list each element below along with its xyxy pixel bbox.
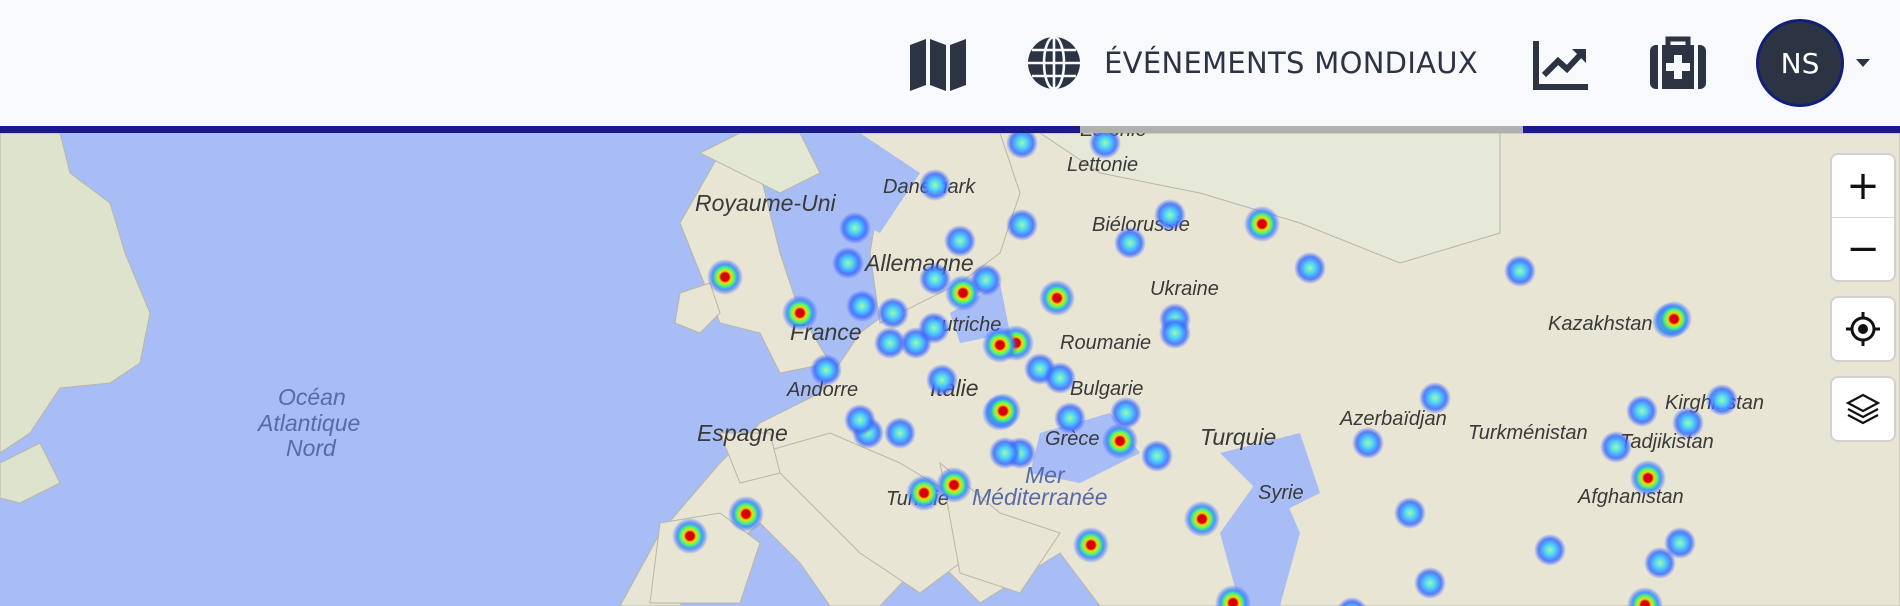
heat-spot-cool — [1141, 440, 1173, 472]
nav-map[interactable] — [880, 0, 996, 126]
heat-spot-cool — [810, 354, 842, 386]
label-ocean-3: Nord — [286, 435, 337, 461]
medical-kit-icon — [1646, 31, 1710, 95]
heat-spot-hot — [782, 295, 818, 331]
heat-spot-hot — [1244, 206, 1280, 242]
heat-spot-hot — [945, 275, 981, 311]
heat-spot-cool — [1054, 402, 1086, 434]
heat-spot-cool — [1626, 395, 1658, 427]
heat-spot-hot — [1039, 280, 1075, 316]
main-nav: ÉVÉNEMENTS MONDIAUX NS — [880, 0, 1870, 126]
chevron-down-icon[interactable] — [1856, 59, 1870, 67]
heat-spot-hot — [906, 475, 942, 511]
heat-spot-hot — [1656, 301, 1692, 337]
heat-spot-cool — [1114, 227, 1146, 259]
heat-spot-cool — [989, 437, 1021, 469]
heat-spot-cool — [1600, 431, 1632, 463]
heat-spot-cool — [919, 169, 951, 201]
heat-spot-cool — [926, 364, 958, 396]
heat-spot-hot — [1102, 423, 1138, 459]
zoom-out-button[interactable]: − — [1832, 217, 1894, 280]
map-controls: + − — [1830, 153, 1896, 456]
heat-spot-cool — [1706, 384, 1738, 416]
zoom-in-button[interactable]: + — [1832, 155, 1894, 217]
heat-spot-cool — [839, 212, 871, 244]
label-kazakhstan: Kazakhstan — [1548, 313, 1653, 335]
heat-spot-cool — [918, 312, 950, 344]
label-ukraine: Ukraine — [1150, 278, 1219, 300]
header-accent-bar — [0, 126, 1900, 133]
layers-button[interactable] — [1832, 378, 1894, 440]
heat-spot-cool — [1154, 199, 1186, 231]
heat-spot-cool — [1534, 534, 1566, 566]
label-turquie: Turquie — [1200, 424, 1276, 450]
heat-spot-hot — [1073, 527, 1109, 563]
crosshair-icon — [1846, 312, 1880, 346]
nav-global-events-label: ÉVÉNEMENTS MONDIAUX — [1104, 46, 1478, 80]
locate-control — [1830, 296, 1896, 362]
label-roumanie: Roumanie — [1060, 332, 1151, 354]
heat-spot-hot — [982, 327, 1018, 363]
layers-control — [1830, 376, 1896, 442]
heat-spot-hot — [672, 518, 708, 554]
heat-spot-cool — [1644, 547, 1676, 579]
label-ocean-1: Océan — [278, 384, 346, 410]
globe-icon — [1022, 31, 1086, 95]
label-bulgarie: Bulgarie — [1070, 378, 1143, 400]
heat-spot-cool — [1419, 382, 1451, 414]
heat-spot-cool — [1352, 427, 1384, 459]
label-ocean-2: Atlantique — [256, 410, 360, 436]
heat-spot-cool — [844, 404, 876, 436]
heat-spot-cool — [874, 327, 906, 359]
top-navigation-bar: ÉVÉNEMENTS MONDIAUX NS — [0, 0, 1900, 126]
heat-spot-cool — [1414, 567, 1446, 599]
heat-spot-cool — [832, 247, 864, 279]
map-canvas[interactable]: Royaume-Uni Danemark Estonie Lettonie Bi… — [0, 133, 1900, 606]
nav-medical[interactable] — [1620, 0, 1736, 126]
heat-spot-hot — [1184, 501, 1220, 537]
heat-spot-cool — [1006, 209, 1038, 241]
nav-global-events[interactable]: ÉVÉNEMENTS MONDIAUX — [996, 0, 1504, 126]
map-icon — [906, 31, 970, 95]
heat-spot-cool — [877, 297, 909, 329]
zoom-controls: + − — [1830, 153, 1896, 282]
label-tadjikistan: Tadjikistan — [1620, 431, 1714, 453]
heat-spot-hot — [707, 259, 743, 295]
heat-spot-hot — [985, 393, 1021, 429]
heat-spot-hot — [728, 496, 764, 532]
heat-spot-cool — [846, 290, 878, 322]
label-turkmenistan: Turkménistan — [1468, 422, 1588, 444]
label-royaume-uni: Royaume-Uni — [695, 190, 836, 216]
heat-spot-cool — [1159, 317, 1191, 349]
avatar[interactable]: NS — [1756, 19, 1844, 107]
label-mer-2: Méditerranée — [972, 484, 1108, 510]
heat-spot-hot — [1630, 460, 1666, 496]
heat-spot-cool — [944, 225, 976, 257]
heat-spot-cool — [1044, 362, 1076, 394]
locate-button[interactable] — [1832, 298, 1894, 360]
heat-spot-cool — [1294, 252, 1326, 284]
user-menu[interactable]: NS — [1756, 19, 1870, 107]
heat-spot-cool — [1394, 497, 1426, 529]
active-tab-indicator — [1080, 126, 1523, 133]
heat-spot-cool — [884, 417, 916, 449]
label-espagne: Espagne — [697, 420, 788, 446]
heat-spot-cool — [1504, 255, 1536, 287]
layers-icon — [1845, 393, 1881, 425]
label-afghanistan: Afghanistan — [1577, 486, 1684, 508]
label-syrie: Syrie — [1258, 482, 1304, 504]
chart-line-icon — [1530, 31, 1594, 95]
nav-statistics[interactable] — [1504, 0, 1620, 126]
map-svg[interactable]: Royaume-Uni Danemark Estonie Lettonie Bi… — [0, 133, 1900, 606]
heat-spot-cool — [1672, 407, 1704, 439]
